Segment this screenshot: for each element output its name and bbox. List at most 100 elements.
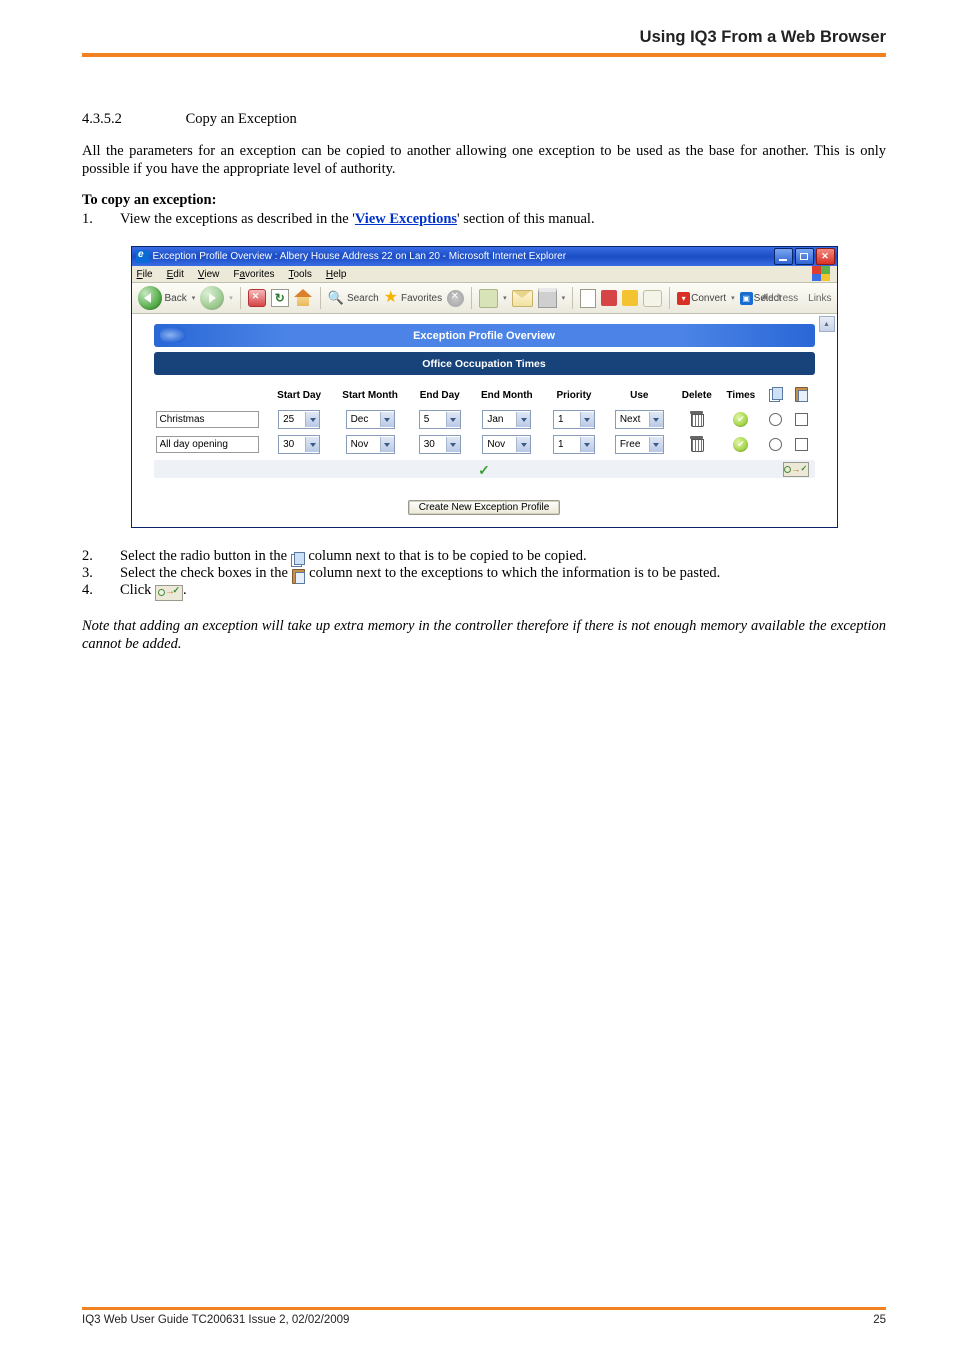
forward-button[interactable] — [200, 286, 224, 310]
start-day-select[interactable]: 30 — [278, 435, 320, 454]
scroll-up-button[interactable] — [819, 316, 835, 332]
windows-flag-icon — [809, 266, 833, 281]
subtitle-band: Office Occupation Times — [154, 352, 815, 375]
use-select[interactable]: Next — [615, 410, 664, 429]
edit-icon[interactable] — [580, 289, 596, 308]
tick-icon[interactable]: ✓ — [478, 462, 490, 479]
step-number: 1. — [82, 211, 120, 228]
start-day-select[interactable]: 25 — [278, 410, 320, 429]
footer-page-number: 25 — [873, 1314, 886, 1326]
search-label: Search — [347, 293, 379, 304]
priority-select[interactable]: 1 — [553, 410, 595, 429]
links-label: Links — [808, 293, 831, 304]
favorites-label: Favorites — [401, 293, 442, 304]
favorites-icon[interactable]: ★ — [384, 287, 398, 307]
menu-tools[interactable]: Tools — [286, 269, 315, 280]
toolbar-icon-1[interactable] — [479, 289, 498, 308]
step-4-text: Click →✓. — [120, 582, 886, 599]
home-button[interactable] — [294, 290, 313, 307]
end-day-select[interactable]: 5 — [419, 410, 461, 429]
ie-icon — [136, 250, 149, 263]
intro-paragraph: All the parameters for an exception can … — [82, 142, 886, 178]
footer-orange-rule — [82, 1307, 886, 1310]
exception-table: Start Day Start Month End Day End Month … — [154, 383, 815, 457]
back-button[interactable] — [138, 286, 162, 310]
copy-inline-icon — [291, 552, 305, 566]
end-month-select[interactable]: Jan — [482, 410, 531, 429]
col-times: Times — [719, 383, 762, 407]
exception-name-input[interactable] — [156, 411, 259, 428]
delete-icon[interactable] — [690, 411, 703, 426]
section-number: 4.3.5.2 — [82, 111, 182, 128]
start-month-select[interactable]: Dec — [346, 410, 395, 429]
use-select[interactable]: Free — [615, 435, 664, 454]
priority-select[interactable]: 1 — [553, 435, 595, 454]
col-start-month: Start Month — [331, 383, 410, 407]
menu-edit[interactable]: Edit — [164, 269, 187, 280]
section-heading: 4.3.5.2 Copy an Exception — [82, 111, 886, 128]
view-exceptions-link[interactable]: View Exceptions — [355, 211, 457, 227]
step-3-text: Select the check boxes in the column nex… — [120, 565, 886, 582]
create-exception-button[interactable]: Create New Exception Profile — [408, 500, 561, 515]
back-label: Back — [165, 293, 187, 304]
header-orange-rule — [82, 53, 886, 57]
window-maximize-button[interactable] — [795, 248, 814, 265]
step-number: 2. — [82, 548, 120, 565]
menu-help[interactable]: Help — [323, 269, 350, 280]
address-label: Address — [761, 293, 798, 304]
procedure-heading: To copy an exception: — [82, 192, 886, 209]
times-icon[interactable] — [733, 437, 748, 452]
trend-logo-icon — [160, 327, 186, 343]
paste-checkbox[interactable] — [795, 413, 808, 426]
step-number: 4. — [82, 582, 120, 599]
table-row: 25 Dec 5 Jan 1 Next — [154, 407, 815, 432]
exception-name-input[interactable] — [156, 436, 259, 453]
table-row: 30 Nov 30 Nov 1 Free — [154, 432, 815, 457]
window-close-button[interactable] — [816, 248, 835, 265]
stop-button[interactable] — [248, 289, 266, 307]
footer-left: IQ3 Web User Guide TC200631 Issue 2, 02/… — [82, 1314, 349, 1326]
delete-icon[interactable] — [690, 436, 703, 451]
search-icon[interactable]: 🔍 — [328, 290, 344, 306]
col-priority: Priority — [544, 383, 605, 407]
end-month-select[interactable]: Nov — [482, 435, 531, 454]
page-footer: IQ3 Web User Guide TC200631 Issue 2, 02/… — [82, 1307, 886, 1326]
step-number: 3. — [82, 565, 120, 582]
step-2-text: Select the radio button in the column ne… — [120, 548, 886, 565]
paste-checkbox[interactable] — [795, 438, 808, 451]
page-title-band: Exception Profile Overview — [154, 324, 815, 347]
go-inline-icon: →✓ — [155, 585, 183, 601]
copy-radio[interactable] — [769, 438, 782, 451]
copy-go-button[interactable] — [783, 462, 809, 477]
note-paragraph: Note that adding an exception will take … — [82, 617, 886, 653]
copy-header-icon — [769, 387, 783, 401]
end-day-select[interactable]: 30 — [419, 435, 461, 454]
toolbar-icon-red[interactable] — [601, 290, 617, 306]
toolbar: Back ▾ ▾ 🔍 Search ★ Favorites ▾ ▾ — [132, 283, 837, 314]
copy-radio[interactable] — [769, 413, 782, 426]
paste-inline-icon — [292, 568, 306, 583]
history-icon[interactable] — [447, 290, 464, 307]
times-icon[interactable] — [733, 412, 748, 427]
print-icon[interactable] — [538, 288, 557, 308]
start-month-select[interactable]: Nov — [346, 435, 395, 454]
col-end-month: End Month — [470, 383, 543, 407]
window-minimize-button[interactable] — [774, 248, 793, 265]
toolbar-icon-yellow[interactable] — [622, 290, 638, 306]
menu-bar: File Edit View Favorites Tools Help — [132, 266, 837, 283]
refresh-button[interactable] — [271, 289, 289, 307]
menu-view[interactable]: View — [195, 269, 223, 280]
header-title: Using IQ3 From a Web Browser — [640, 28, 886, 46]
section-title: Copy an Exception — [186, 111, 297, 127]
apply-row: ✓ — [154, 460, 815, 478]
menu-file[interactable]: File — [134, 269, 156, 280]
menu-favorites[interactable]: Favorites — [230, 269, 277, 280]
col-use: Use — [604, 383, 674, 407]
browser-client-area: Exception Profile Overview Office Occupa… — [132, 314, 837, 527]
mail-icon[interactable] — [512, 290, 533, 307]
col-end-day: End Day — [409, 383, 470, 407]
discuss-icon[interactable] — [643, 290, 662, 307]
window-titlebar: Exception Profile Overview : Albery Hous… — [132, 247, 837, 266]
pdf-convert[interactable]: ▾Convert — [677, 292, 726, 305]
col-delete: Delete — [674, 383, 719, 407]
